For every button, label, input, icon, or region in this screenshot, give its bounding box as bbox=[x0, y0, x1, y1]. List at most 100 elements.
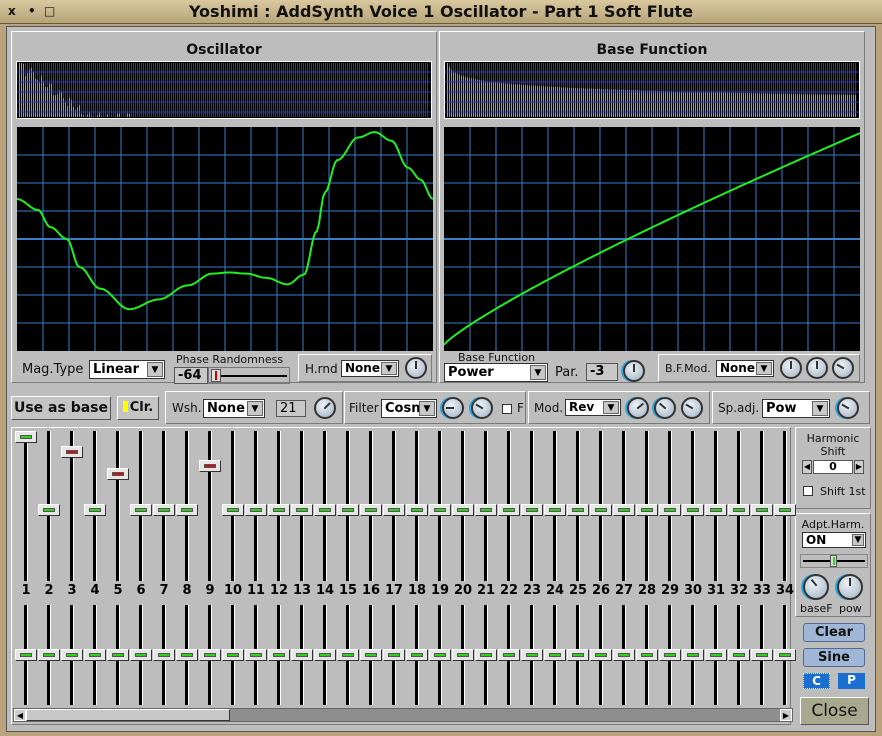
magnitude-thumb[interactable] bbox=[153, 504, 175, 516]
phase-thumb[interactable] bbox=[176, 649, 198, 661]
spadj-select[interactable]: Pow ▼ bbox=[762, 399, 830, 418]
magnitude-thumb[interactable] bbox=[705, 504, 727, 516]
magnitude-thumb[interactable] bbox=[107, 467, 129, 480]
shift-1st-checkbox[interactable] bbox=[803, 486, 813, 496]
phase-thumb[interactable] bbox=[153, 649, 175, 661]
phase-thumb[interactable] bbox=[222, 649, 244, 661]
magnitude-thumb[interactable] bbox=[383, 504, 405, 516]
bfmod-select[interactable]: None ▼ bbox=[716, 360, 774, 377]
phase-thumb[interactable] bbox=[613, 649, 635, 661]
phase-thumb[interactable] bbox=[337, 649, 359, 661]
magnitude-thumb[interactable] bbox=[291, 504, 313, 516]
phase-thumb[interactable] bbox=[268, 649, 290, 661]
phase-thumb[interactable] bbox=[636, 649, 658, 661]
phase-thumb[interactable] bbox=[544, 649, 566, 661]
filter-knob-2[interactable] bbox=[471, 397, 493, 419]
filter-f-checkbox[interactable] bbox=[502, 404, 512, 414]
slider-thumb[interactable] bbox=[830, 555, 837, 567]
adpt-harm-select[interactable]: ON ▼ bbox=[802, 532, 866, 548]
wsh-knob[interactable] bbox=[314, 397, 336, 419]
magnitude-thumb[interactable] bbox=[199, 460, 221, 473]
phase-thumb[interactable] bbox=[452, 649, 474, 661]
magnitude-thumb[interactable] bbox=[475, 504, 497, 516]
phase-thumb[interactable] bbox=[521, 649, 543, 661]
magnitude-thumb[interactable] bbox=[751, 504, 773, 516]
mag-type-select[interactable]: Linear ▼ bbox=[89, 360, 165, 379]
magnitude-thumb[interactable] bbox=[222, 504, 244, 516]
phase-thumb[interactable] bbox=[728, 649, 750, 661]
magnitude-thumb[interactable] bbox=[636, 504, 658, 516]
phase-thumb[interactable] bbox=[84, 649, 106, 661]
bfmod-knob-1[interactable] bbox=[780, 357, 802, 379]
magnitude-thumb[interactable] bbox=[774, 504, 796, 516]
magnitude-slider[interactable] bbox=[208, 431, 212, 581]
phase-thumb[interactable] bbox=[38, 649, 60, 661]
mod-knob-3[interactable] bbox=[681, 397, 703, 419]
shift-left-icon[interactable]: ◀ bbox=[802, 460, 812, 474]
phase-thumb[interactable] bbox=[498, 649, 520, 661]
magnitude-thumb[interactable] bbox=[567, 504, 589, 516]
magnitude-thumb[interactable] bbox=[590, 504, 612, 516]
magnitude-thumb[interactable] bbox=[15, 431, 37, 443]
base-function-select[interactable]: Power ▼ bbox=[444, 363, 548, 382]
phase-thumb[interactable] bbox=[130, 649, 152, 661]
par-value[interactable]: -3 bbox=[586, 363, 618, 381]
phase-thumb[interactable] bbox=[682, 649, 704, 661]
magnitude-thumb[interactable] bbox=[429, 504, 451, 516]
magnitude-thumb[interactable] bbox=[176, 504, 198, 516]
basef-knob[interactable] bbox=[803, 574, 829, 600]
close-button[interactable]: Close bbox=[800, 697, 869, 725]
sine-button[interactable]: Sine bbox=[803, 648, 865, 667]
wsh-select[interactable]: None ▼ bbox=[203, 399, 265, 418]
phase-thumb[interactable] bbox=[774, 649, 796, 661]
magnitude-slider[interactable] bbox=[116, 431, 120, 581]
magnitude-thumb[interactable] bbox=[360, 504, 382, 516]
magnitude-thumb[interactable] bbox=[728, 504, 750, 516]
c-button[interactable]: C bbox=[803, 673, 830, 689]
magnitude-thumb[interactable] bbox=[613, 504, 635, 516]
magnitude-thumb[interactable] bbox=[38, 504, 60, 516]
phase-thumb[interactable] bbox=[475, 649, 497, 661]
magnitude-thumb[interactable] bbox=[337, 504, 359, 516]
phase-thumb[interactable] bbox=[429, 649, 451, 661]
magnitude-slider[interactable] bbox=[24, 431, 28, 581]
magnitude-thumb[interactable] bbox=[130, 504, 152, 516]
phase-rand-slider[interactable] bbox=[208, 367, 290, 384]
bfmod-knob-3[interactable] bbox=[832, 357, 854, 379]
magnitude-thumb[interactable] bbox=[314, 504, 336, 516]
phase-thumb[interactable] bbox=[406, 649, 428, 661]
use-as-base-button[interactable]: Use as base bbox=[11, 396, 111, 420]
phase-thumb[interactable] bbox=[15, 649, 37, 661]
mod-knob-2[interactable] bbox=[654, 397, 676, 419]
magnitude-thumb[interactable] bbox=[659, 504, 681, 516]
spadj-knob[interactable] bbox=[837, 397, 859, 419]
magnitude-thumb[interactable] bbox=[84, 504, 106, 516]
wsh-amount[interactable]: 21 bbox=[276, 400, 306, 417]
magnitude-thumb[interactable] bbox=[61, 445, 83, 458]
slider-thumb[interactable] bbox=[211, 369, 221, 382]
mod-select[interactable]: Rev ▼ bbox=[565, 399, 621, 416]
magnitude-thumb[interactable] bbox=[682, 504, 704, 516]
par-knob[interactable] bbox=[623, 360, 645, 382]
phase-thumb[interactable] bbox=[199, 649, 221, 661]
magnitude-thumb[interactable] bbox=[268, 504, 290, 516]
magnitude-thumb[interactable] bbox=[544, 504, 566, 516]
phase-thumb[interactable] bbox=[291, 649, 313, 661]
filter-knob-1[interactable] bbox=[442, 397, 464, 419]
phase-thumb[interactable] bbox=[705, 649, 727, 661]
mod-knob-1[interactable] bbox=[627, 397, 649, 419]
phase-thumb[interactable] bbox=[61, 649, 83, 661]
phase-thumb[interactable] bbox=[107, 649, 129, 661]
phase-thumb[interactable] bbox=[659, 649, 681, 661]
hrnd-select[interactable]: None ▼ bbox=[341, 360, 399, 377]
phase-thumb[interactable] bbox=[314, 649, 336, 661]
phase-thumb[interactable] bbox=[383, 649, 405, 661]
magnitude-thumb[interactable] bbox=[406, 504, 428, 516]
p-button[interactable]: P bbox=[838, 673, 865, 689]
phase-thumb[interactable] bbox=[751, 649, 773, 661]
pow-knob[interactable] bbox=[837, 574, 863, 600]
clear-button[interactable]: Clear bbox=[803, 623, 865, 642]
shift-right-icon[interactable]: ▶ bbox=[854, 460, 864, 474]
phase-thumb[interactable] bbox=[590, 649, 612, 661]
phase-thumb[interactable] bbox=[245, 649, 267, 661]
